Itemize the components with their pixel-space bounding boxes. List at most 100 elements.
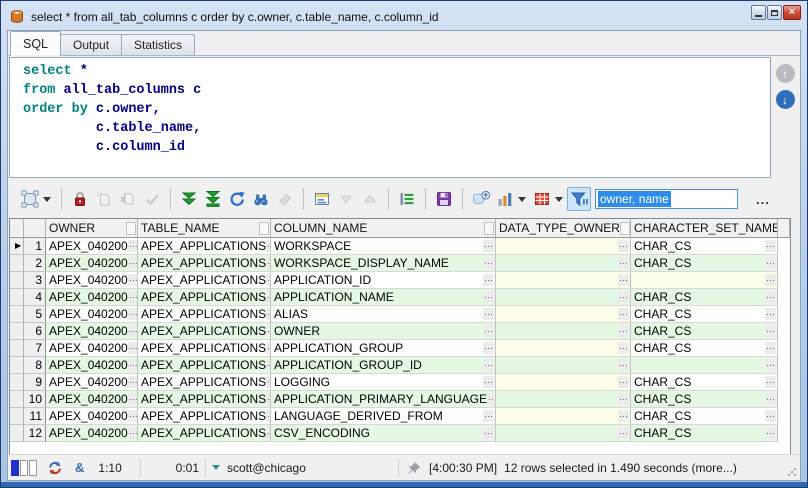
cell-table_name[interactable]: APEX_APPLICATIONS··· xyxy=(138,425,271,442)
table-row[interactable]: 6APEX_040200···APEX_APPLICATIONS···OWNER… xyxy=(10,323,790,340)
cell-data_type_owner[interactable]: ··· xyxy=(496,340,631,357)
cell-table_name[interactable]: APEX_APPLICATIONS··· xyxy=(138,323,271,340)
cell-ellipsis-button[interactable]: ··· xyxy=(128,359,138,371)
cell-character_set_name[interactable]: CHAR_CS··· xyxy=(631,408,778,425)
sql-editor[interactable]: select *from all_tab_columns corder by c… xyxy=(9,57,771,178)
export-grid-button[interactable] xyxy=(530,187,554,211)
cell-data_type_owner[interactable]: ··· xyxy=(496,391,631,408)
titlebar[interactable]: select * from all_tab_columns c order by… xyxy=(9,5,688,29)
cell-ellipsis-button[interactable]: ··· xyxy=(128,274,138,286)
cell-ellipsis-button[interactable]: ··· xyxy=(128,376,138,388)
cell-ellipsis-button[interactable]: ··· xyxy=(483,240,494,252)
auto-refresh-icon[interactable] xyxy=(47,460,63,476)
row-indicator[interactable] xyxy=(10,289,24,306)
close-button[interactable]: × xyxy=(783,5,801,20)
cell-ellipsis-button[interactable]: ··· xyxy=(128,257,138,269)
scroll-down-button[interactable]: ↓ xyxy=(776,90,795,109)
next-record-button[interactable] xyxy=(334,187,358,211)
cell-character_set_name[interactable]: CHAR_CS··· xyxy=(631,425,778,442)
single-record-view-button[interactable] xyxy=(310,187,334,211)
export-dropdown-icon[interactable] xyxy=(555,197,563,202)
cell-data_type_owner[interactable]: ··· xyxy=(496,238,631,255)
cell-character_set_name[interactable]: CHAR_CS··· xyxy=(631,289,778,306)
cell-ellipsis-button[interactable]: ··· xyxy=(128,427,138,439)
cell-column_name[interactable]: APPLICATION_GROUP··· xyxy=(271,340,496,357)
copy-to-database-button[interactable] xyxy=(469,187,493,211)
cell-data_type_owner[interactable]: ··· xyxy=(496,425,631,442)
row-indicator[interactable] xyxy=(10,255,24,272)
cell-ellipsis-button[interactable]: ··· xyxy=(487,393,496,405)
cell-character_set_name[interactable]: ··· xyxy=(631,357,778,374)
filter-toggle-button[interactable] xyxy=(567,187,591,211)
row-indicator[interactable] xyxy=(10,374,24,391)
row-number[interactable]: 7 xyxy=(24,340,46,357)
row-number[interactable]: 8 xyxy=(24,357,46,374)
cell-column_name[interactable]: APPLICATION_ID··· xyxy=(271,272,496,289)
row-indicator[interactable] xyxy=(10,272,24,289)
post-changes-button[interactable] xyxy=(140,187,164,211)
cell-owner[interactable]: APEX_040200··· xyxy=(46,357,138,374)
cell-ellipsis-button[interactable]: ··· xyxy=(765,342,776,354)
cell-ellipsis-button[interactable]: ··· xyxy=(483,410,494,422)
row-number[interactable]: 3 xyxy=(24,272,46,289)
cell-ellipsis-button[interactable]: ··· xyxy=(618,376,629,388)
row-indicator[interactable] xyxy=(10,425,24,442)
resize-grip[interactable] xyxy=(787,467,797,477)
row-number[interactable]: 12 xyxy=(24,425,46,442)
row-number[interactable]: 11 xyxy=(24,408,46,425)
cell-ellipsis-button[interactable]: ··· xyxy=(618,410,629,422)
cell-ellipsis-button[interactable]: ··· xyxy=(618,308,629,320)
tab-sql[interactable]: SQL xyxy=(10,31,61,56)
row-indicator[interactable] xyxy=(10,306,24,323)
header-sort-box[interactable] xyxy=(620,222,630,235)
cell-character_set_name[interactable]: CHAR_CS··· xyxy=(631,340,778,357)
cell-ellipsis-button[interactable]: ··· xyxy=(618,393,629,405)
cell-ellipsis-button[interactable]: ··· xyxy=(618,325,629,337)
row-indicator[interactable] xyxy=(10,408,24,425)
more-options-button[interactable]: ... xyxy=(756,192,770,207)
header-sort-box[interactable] xyxy=(259,222,269,235)
cell-ellipsis-button[interactable]: ··· xyxy=(128,240,138,252)
fetch-next-page-button[interactable] xyxy=(177,187,201,211)
row-indicator[interactable] xyxy=(10,340,24,357)
maximize-button[interactable] xyxy=(767,5,782,20)
cell-data_type_owner[interactable]: ··· xyxy=(496,374,631,391)
row-number[interactable]: 4 xyxy=(24,289,46,306)
cell-character_set_name[interactable]: CHAR_CS··· xyxy=(631,391,778,408)
previous-record-button[interactable] xyxy=(358,187,382,211)
cell-ellipsis-button[interactable]: ··· xyxy=(483,308,494,320)
cell-ellipsis-button[interactable]: ··· xyxy=(483,257,494,269)
cell-ellipsis-button[interactable]: ··· xyxy=(483,291,494,303)
header-sort-box[interactable] xyxy=(126,222,136,235)
cell-table_name[interactable]: APEX_APPLICATIONS··· xyxy=(138,391,271,408)
clear-results-button[interactable] xyxy=(273,187,297,211)
column-header-column-name[interactable]: COLUMN_NAME xyxy=(271,219,496,238)
row-number[interactable]: 1 xyxy=(24,238,46,255)
panel-indicator-active[interactable] xyxy=(11,460,19,476)
table-row[interactable]: 10APEX_040200···APEX_APPLICATIONS···APPL… xyxy=(10,391,790,408)
cell-ellipsis-button[interactable]: ··· xyxy=(128,342,138,354)
cell-ellipsis-button[interactable]: ··· xyxy=(765,325,776,337)
cell-table_name[interactable]: APEX_APPLICATIONS··· xyxy=(138,408,271,425)
cell-column_name[interactable]: ALIAS··· xyxy=(271,306,496,323)
row-indicator[interactable] xyxy=(10,357,24,374)
row-number[interactable]: 10 xyxy=(24,391,46,408)
fetch-all-rows-button[interactable] xyxy=(201,187,225,211)
cell-column_name[interactable]: OWNER··· xyxy=(271,323,496,340)
minimize-button[interactable] xyxy=(751,5,766,20)
cell-ellipsis-button[interactable]: ··· xyxy=(618,240,629,252)
cell-ellipsis-button[interactable]: ··· xyxy=(618,359,629,371)
cell-ellipsis-button[interactable]: ··· xyxy=(765,427,776,439)
table-row[interactable]: 12APEX_040200···APEX_APPLICATIONS···CSV_… xyxy=(10,425,790,442)
cell-ellipsis-button[interactable]: ··· xyxy=(483,376,494,388)
table-row[interactable]: 5APEX_040200···APEX_APPLICATIONS···ALIAS… xyxy=(10,306,790,323)
table-row[interactable]: 3APEX_040200···APEX_APPLICATIONS···APPLI… xyxy=(10,272,790,289)
table-row[interactable]: 7APEX_040200···APEX_APPLICATIONS···APPLI… xyxy=(10,340,790,357)
connection-name[interactable]: scott@chicago xyxy=(227,461,306,475)
grid-mode-button[interactable] xyxy=(18,187,42,211)
delete-record-button[interactable] xyxy=(116,187,140,211)
cell-ellipsis-button[interactable]: ··· xyxy=(483,342,494,354)
cell-ellipsis-button[interactable]: ··· xyxy=(618,342,629,354)
find-button[interactable] xyxy=(249,187,273,211)
cell-data_type_owner[interactable]: ··· xyxy=(496,323,631,340)
